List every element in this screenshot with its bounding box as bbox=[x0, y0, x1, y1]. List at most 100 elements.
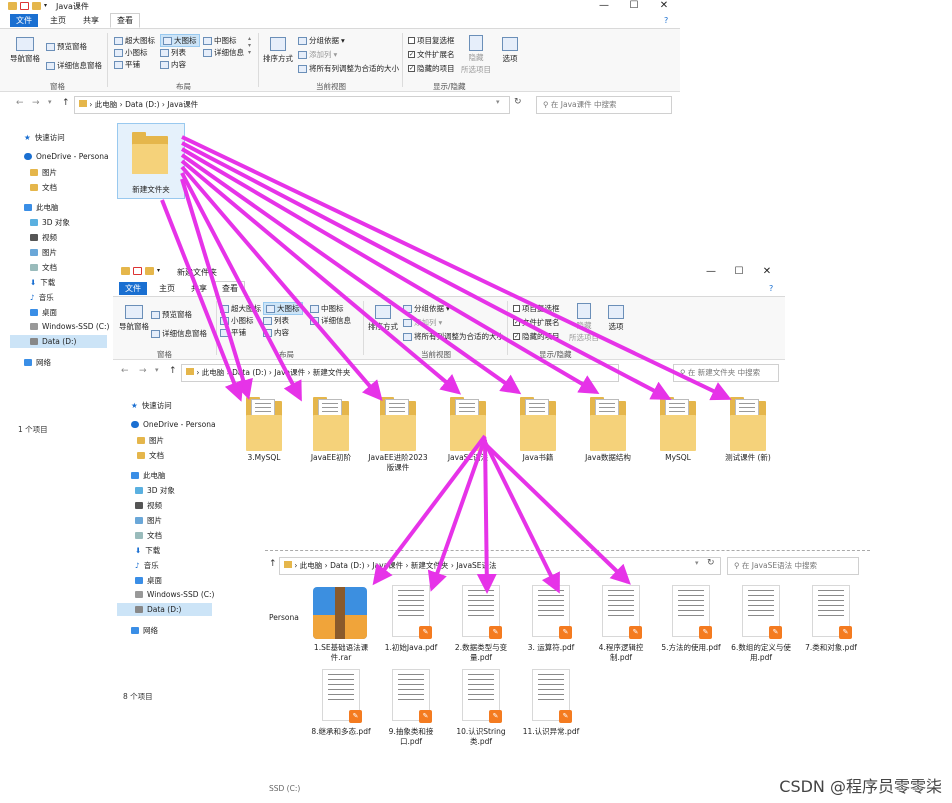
tab-file[interactable]: 文件 bbox=[119, 282, 147, 295]
view-details[interactable]: 详细信息 bbox=[310, 315, 351, 326]
tab-home[interactable]: 主页 bbox=[153, 282, 181, 295]
nav-music[interactable]: ♪ 音乐 bbox=[135, 560, 159, 571]
pdf-file-item[interactable]: ✎ 10.认识String类.pdf bbox=[449, 669, 513, 749]
checkmark-icon[interactable] bbox=[20, 2, 29, 10]
checkbox-checked[interactable]: ✓ bbox=[513, 319, 520, 326]
back-arrow-icon[interactable]: ← bbox=[121, 366, 129, 376]
nav-pc-documents[interactable]: 文档 bbox=[30, 262, 57, 273]
nav-onedrive[interactable]: OneDrive - Persona bbox=[24, 152, 109, 161]
tab-share[interactable]: 共享 bbox=[77, 14, 105, 27]
file-ext-toggle[interactable]: ✓ 文件扩展名 bbox=[408, 49, 455, 60]
view-list[interactable]: 列表 bbox=[160, 47, 186, 58]
checkbox-checked[interactable]: ✓ bbox=[408, 51, 415, 58]
folder-icon[interactable] bbox=[145, 267, 154, 275]
checkbox-unchecked[interactable] bbox=[408, 37, 415, 44]
nav-drive-c[interactable]: Windows-SSD (C:) bbox=[30, 322, 109, 331]
breadcrumb-item[interactable]: 此电脑 bbox=[300, 561, 323, 570]
details-pane-button[interactable]: 详细信息窗格 bbox=[46, 60, 102, 71]
forward-arrow-icon[interactable]: → bbox=[139, 366, 147, 376]
folder-item[interactable]: 测试课件 (新) bbox=[717, 395, 779, 475]
checkmark-icon[interactable] bbox=[133, 267, 142, 275]
minimize-button[interactable]: — bbox=[590, 0, 618, 11]
nav-videos[interactable]: 视频 bbox=[135, 500, 162, 511]
layout-scroll-icon[interactable]: ▴ ▾ ▾ bbox=[248, 35, 251, 56]
breadcrumb-item[interactable]: Java课件 bbox=[167, 100, 198, 109]
maximize-button[interactable]: ☐ bbox=[725, 266, 753, 277]
address-bar[interactable]: › 此电脑 › Data (D:) › Java课件 bbox=[74, 96, 510, 114]
nav-pictures[interactable]: 图片 bbox=[30, 167, 57, 178]
view-small-icons[interactable]: 小图标 bbox=[220, 315, 254, 326]
breadcrumb-item[interactable]: 此电脑 bbox=[202, 368, 225, 377]
folder-item[interactable]: MySQL bbox=[647, 395, 709, 475]
breadcrumb-item[interactable]: 新建文件夹 bbox=[411, 561, 449, 570]
search-input[interactable]: ⚲ 在 JavaSE语法 中搜索 bbox=[727, 557, 859, 575]
pdf-file-item[interactable]: ✎ 11.认识异常.pdf bbox=[519, 669, 583, 749]
up-arrow-icon[interactable]: ↑ bbox=[62, 98, 70, 108]
pdf-file-item[interactable]: ✎ 8.继承和多态.pdf bbox=[309, 669, 373, 749]
fit-columns-button[interactable]: 将所有列调整为合适的大小 bbox=[403, 331, 504, 342]
options-button[interactable]: 选项 bbox=[608, 305, 624, 332]
details-pane-button[interactable]: 详细信息窗格 bbox=[151, 328, 207, 339]
checkbox-checked[interactable]: ✓ bbox=[408, 65, 415, 72]
chevron-down-icon[interactable]: ▾ bbox=[496, 98, 500, 106]
nav-desktop[interactable]: 桌面 bbox=[135, 575, 162, 586]
nav-network[interactable]: 网络 bbox=[24, 357, 51, 368]
breadcrumb-item[interactable]: Data (D:) bbox=[125, 100, 159, 109]
maximize-button[interactable]: ☐ bbox=[620, 0, 648, 11]
folder-item[interactable]: JavaEE初阶 bbox=[300, 395, 362, 475]
close-button[interactable]: ✕ bbox=[650, 0, 678, 11]
view-tiles[interactable]: 平铺 bbox=[114, 59, 140, 70]
sort-by-button[interactable]: 排序方式 bbox=[263, 37, 293, 64]
nav-quick-access[interactable]: ★ 快速访问 bbox=[131, 400, 172, 411]
item-checkboxes-toggle[interactable]: 项目复选框 bbox=[408, 35, 455, 46]
pdf-file-item[interactable]: ✎ 9.抽象类和接口.pdf bbox=[379, 669, 443, 749]
view-tiles[interactable]: 平铺 bbox=[220, 327, 246, 338]
forward-arrow-icon[interactable]: → bbox=[32, 98, 40, 108]
nav-pictures[interactable]: 图片 bbox=[137, 435, 164, 446]
group-by-button[interactable]: 分组依据 ▾ bbox=[298, 35, 345, 46]
item-checkboxes-toggle[interactable]: 项目复选框 bbox=[513, 303, 560, 314]
nav-onedrive[interactable]: Persona bbox=[269, 613, 299, 622]
nav-drive-c[interactable]: Windows-SSD (C:) bbox=[135, 590, 214, 599]
breadcrumb-item[interactable]: Data (D:) bbox=[232, 368, 266, 377]
nav-downloads[interactable]: ⬇ 下载 bbox=[30, 277, 55, 288]
up-arrow-icon[interactable]: ↑ bbox=[269, 559, 277, 569]
view-medium-icons[interactable]: 中图标 bbox=[310, 303, 344, 314]
view-small-icons[interactable]: 小图标 bbox=[114, 47, 148, 58]
nav-desktop[interactable]: 桌面 bbox=[30, 307, 57, 318]
refresh-icon[interactable]: ↻ bbox=[514, 97, 522, 107]
back-arrow-icon[interactable]: ← bbox=[16, 98, 24, 108]
tab-view[interactable]: 查看 bbox=[215, 281, 245, 296]
pdf-file-item[interactable]: ✎ 3. 运算符.pdf bbox=[519, 585, 583, 665]
archive-file-item[interactable]: 1.SE基础语法课件.rar bbox=[309, 585, 373, 665]
add-column-button[interactable]: 添加列 ▾ bbox=[403, 317, 442, 328]
nav-downloads[interactable]: ⬇ 下载 bbox=[135, 545, 160, 556]
sort-by-button[interactable]: 排序方式 bbox=[368, 305, 398, 332]
fit-columns-button[interactable]: 将所有列调整为合适的大小 bbox=[298, 63, 399, 74]
folder-icon[interactable] bbox=[32, 2, 41, 10]
folder-item[interactable]: Java书籍 bbox=[507, 395, 569, 475]
address-bar[interactable]: › 此电脑 › Data (D:) › Java课件 › 新建文件夹 bbox=[181, 364, 619, 382]
chevron-down-icon[interactable]: ▾ bbox=[695, 559, 699, 567]
nav-3d-objects[interactable]: 3D 对象 bbox=[135, 485, 175, 496]
view-medium-icons[interactable]: 中图标 bbox=[203, 35, 237, 46]
nav-pane-button[interactable]: 导航窗格 bbox=[10, 37, 40, 64]
hidden-items-toggle[interactable]: ✓ 隐藏的项目 bbox=[513, 331, 560, 342]
refresh-icon[interactable]: ↻ bbox=[707, 558, 715, 568]
up-arrow-icon[interactable]: ↑ bbox=[169, 366, 177, 376]
view-list[interactable]: 列表 bbox=[263, 315, 289, 326]
address-bar[interactable]: › 此电脑 › Data (D:) › Java课件 › 新建文件夹 › Jav… bbox=[279, 557, 721, 575]
nav-pc-pictures[interactable]: 图片 bbox=[30, 247, 57, 258]
close-button[interactable]: ✕ bbox=[753, 266, 781, 277]
pdf-file-item[interactable]: ✎ 7.类和对象.pdf bbox=[799, 585, 863, 665]
view-large-icons[interactable]: 大图标 bbox=[160, 34, 200, 47]
nav-drive-d[interactable]: Data (D:) bbox=[10, 335, 107, 348]
checkbox-unchecked[interactable] bbox=[513, 305, 520, 312]
hide-selected-button[interactable]: 隐藏 所选项目 bbox=[461, 35, 491, 75]
nav-this-pc[interactable]: 此电脑 bbox=[131, 470, 166, 481]
help-icon[interactable]: ? bbox=[664, 16, 668, 25]
view-details[interactable]: 详细信息 bbox=[203, 47, 244, 58]
view-content[interactable]: 内容 bbox=[263, 327, 289, 338]
add-column-button[interactable]: 添加列 ▾ bbox=[298, 49, 337, 60]
breadcrumb-item[interactable]: 此电脑 bbox=[95, 100, 118, 109]
